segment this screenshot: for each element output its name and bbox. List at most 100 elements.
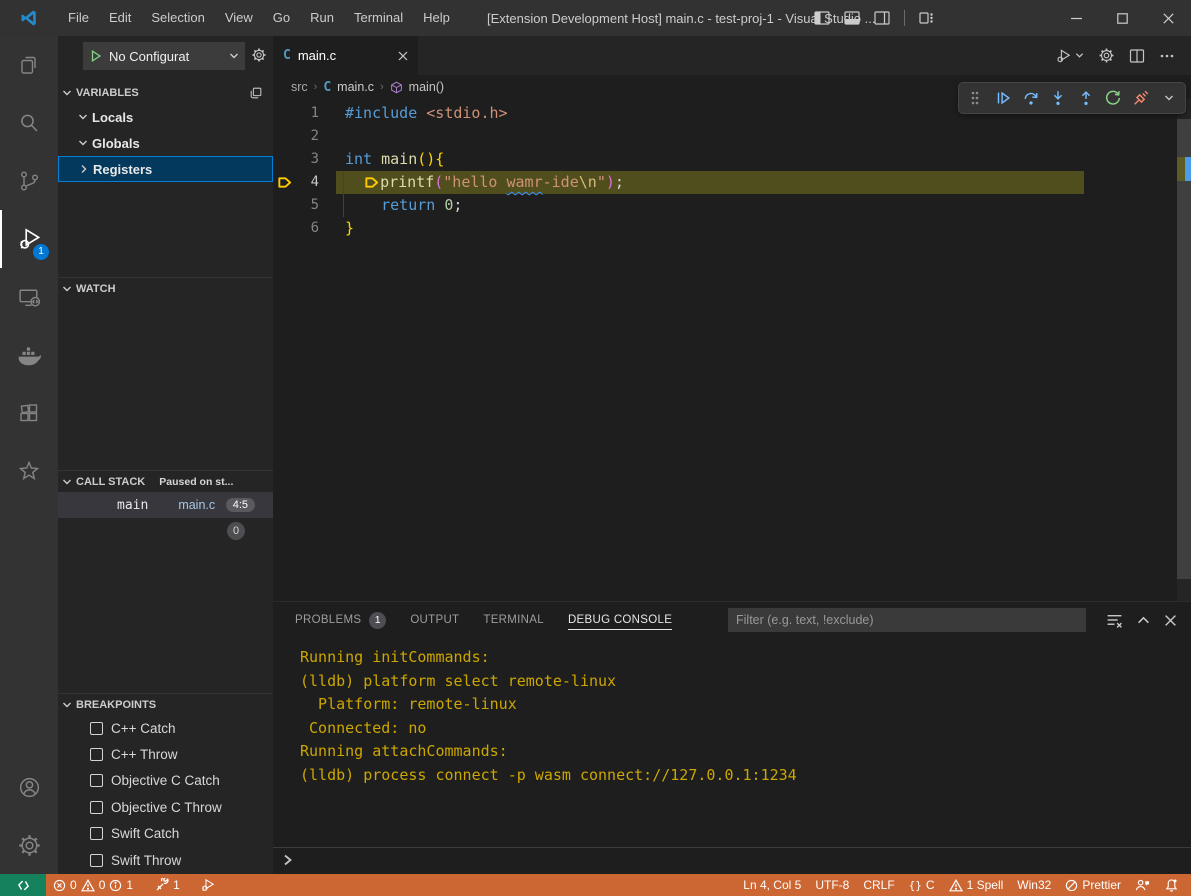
breakpoints-header[interactable]: BREAKPOINTS bbox=[58, 693, 273, 715]
debug-sidebar: No Configurat VARIABLES Locals bbox=[58, 36, 273, 874]
status-bar: 0 0 1 1 Ln 4, Col 5 UTF-8 CRLF {} C 1 Sp… bbox=[0, 874, 1191, 896]
watch-header[interactable]: WATCH bbox=[58, 277, 273, 299]
docker-icon[interactable] bbox=[0, 326, 58, 384]
code-editor[interactable]: 1 #include <stdio.h> 2 3 int main(){ 4 bbox=[273, 99, 1191, 601]
scope-locals[interactable]: Locals bbox=[58, 104, 273, 130]
debug-config-dropdown[interactable]: No Configurat bbox=[83, 42, 245, 70]
debug-toolbar bbox=[958, 82, 1186, 114]
split-editor-icon[interactable] bbox=[1129, 48, 1145, 64]
checkbox[interactable] bbox=[90, 801, 103, 814]
menu-file[interactable]: File bbox=[58, 0, 99, 36]
formatter-status[interactable]: Prettier bbox=[1058, 874, 1128, 896]
toggle-secondary-sidebar-icon[interactable] bbox=[874, 10, 890, 26]
menu-run[interactable]: Run bbox=[300, 0, 344, 36]
breadcrumb-file[interactable]: main.c bbox=[337, 80, 374, 94]
variables-header[interactable]: VARIABLES bbox=[58, 82, 273, 104]
tab-debug-console[interactable]: DEBUG CONSOLE bbox=[560, 602, 680, 638]
menu-view[interactable]: View bbox=[215, 0, 263, 36]
call-stack-title: CALL STACK bbox=[76, 476, 145, 488]
toggle-sidebar-icon[interactable] bbox=[814, 10, 830, 26]
ruler-current-line-mark bbox=[1177, 157, 1185, 181]
toolbar-drag-grip[interactable] bbox=[965, 86, 986, 110]
checkbox[interactable] bbox=[90, 774, 103, 787]
spell-checker-status[interactable]: 1 Spell bbox=[942, 874, 1011, 896]
toggle-panel-icon[interactable] bbox=[844, 10, 860, 26]
stack-frame-row[interactable]: main main.c 4:5 bbox=[58, 492, 273, 518]
checkbox[interactable] bbox=[90, 854, 103, 867]
disconnect-icon[interactable] bbox=[1131, 86, 1152, 110]
collapse-all-icon[interactable] bbox=[249, 86, 263, 100]
debug-controls: No Configurat bbox=[58, 42, 273, 72]
feedback-icon[interactable] bbox=[1128, 874, 1157, 896]
star-icon[interactable] bbox=[0, 442, 58, 500]
maximize-button[interactable] bbox=[1099, 0, 1145, 36]
extensions-icon[interactable] bbox=[0, 384, 58, 442]
step-out-icon[interactable] bbox=[1076, 86, 1097, 110]
debug-console-input[interactable] bbox=[273, 847, 1191, 872]
debug-settings-gear-icon[interactable] bbox=[251, 47, 267, 63]
source-control-icon[interactable] bbox=[0, 152, 58, 210]
chevron-down-icon bbox=[229, 51, 239, 61]
search-icon[interactable] bbox=[0, 94, 58, 152]
more-actions-icon[interactable] bbox=[1159, 48, 1175, 64]
checkbox[interactable] bbox=[90, 748, 103, 761]
toolbar-dropdown-chevron-icon[interactable] bbox=[1158, 86, 1179, 110]
debug-status-icon[interactable] bbox=[193, 874, 223, 896]
breadcrumb-symbol[interactable]: main() bbox=[409, 80, 444, 94]
menu-go[interactable]: Go bbox=[263, 0, 300, 36]
menu-help[interactable]: Help bbox=[413, 0, 460, 36]
menu-edit[interactable]: Edit bbox=[99, 0, 141, 36]
editor-settings-gear-icon[interactable] bbox=[1098, 47, 1115, 64]
continue-icon[interactable] bbox=[993, 86, 1014, 110]
run-or-debug-icon[interactable] bbox=[1055, 47, 1084, 65]
settings-gear-icon[interactable] bbox=[0, 816, 58, 874]
clear-console-icon[interactable] bbox=[1106, 612, 1123, 629]
close-window-button[interactable] bbox=[1145, 0, 1191, 36]
close-tab-icon[interactable] bbox=[398, 51, 408, 61]
platform-indicator[interactable]: Win32 bbox=[1010, 874, 1058, 896]
scrollbar-slider[interactable] bbox=[1177, 119, 1191, 579]
explorer-icon[interactable] bbox=[0, 36, 58, 94]
call-stack-header[interactable]: CALL STACK Paused on st... bbox=[58, 470, 273, 492]
run-and-debug-icon[interactable]: 1 bbox=[0, 210, 58, 268]
breakpoint-row: Swift Throw bbox=[58, 847, 273, 873]
activity-bar: 1 bbox=[0, 36, 58, 874]
language-mode[interactable]: {} C bbox=[902, 874, 942, 896]
problems-status[interactable]: 0 0 1 bbox=[46, 874, 140, 896]
console-filter-input[interactable] bbox=[728, 608, 1086, 632]
tab-main-c[interactable]: C main.c bbox=[273, 36, 418, 75]
cursor-position[interactable]: Ln 4, Col 5 bbox=[736, 874, 808, 896]
accounts-icon[interactable] bbox=[0, 758, 58, 816]
debug-badge: 1 bbox=[33, 244, 49, 260]
tab-output[interactable]: OUTPUT bbox=[402, 602, 467, 638]
editor-scrollbar[interactable] bbox=[1177, 99, 1191, 601]
menu-terminal[interactable]: Terminal bbox=[344, 0, 413, 36]
debug-console-output[interactable]: Running initCommands: (lldb) platform se… bbox=[273, 639, 1177, 848]
maximize-panel-icon[interactable] bbox=[1137, 614, 1150, 627]
restart-icon[interactable] bbox=[1103, 86, 1124, 110]
step-over-icon[interactable] bbox=[1020, 86, 1041, 110]
tab-terminal[interactable]: TERMINAL bbox=[475, 602, 552, 638]
encoding-indicator[interactable]: UTF-8 bbox=[808, 874, 856, 896]
thread-row[interactable]: 0 bbox=[58, 518, 273, 544]
scope-registers[interactable]: Registers bbox=[58, 156, 273, 182]
info-icon bbox=[109, 879, 122, 892]
console-line: (lldb) process connect -p wasm connect:/… bbox=[273, 764, 1177, 788]
scope-globals[interactable]: Globals bbox=[58, 130, 273, 156]
frame-position-badge: 4:5 bbox=[226, 498, 255, 512]
menu-selection[interactable]: Selection bbox=[141, 0, 214, 36]
breadcrumb-folder[interactable]: src bbox=[291, 80, 308, 94]
customize-layout-icon[interactable] bbox=[919, 10, 935, 26]
ports-status[interactable]: 1 bbox=[148, 874, 187, 896]
step-into-icon[interactable] bbox=[1048, 86, 1069, 110]
tab-problems[interactable]: PROBLEMS 1 bbox=[287, 602, 394, 638]
close-panel-icon[interactable] bbox=[1164, 614, 1177, 627]
checkbox[interactable] bbox=[90, 722, 103, 735]
notifications-bell-icon[interactable] bbox=[1157, 874, 1191, 896]
checkbox[interactable] bbox=[90, 827, 103, 840]
minimize-button[interactable] bbox=[1053, 0, 1099, 36]
remote-explorer-icon[interactable] bbox=[0, 268, 58, 326]
remote-indicator[interactable] bbox=[0, 874, 46, 896]
inline-breakpoint-arrow-icon[interactable] bbox=[364, 175, 379, 190]
eol-indicator[interactable]: CRLF bbox=[856, 874, 901, 896]
